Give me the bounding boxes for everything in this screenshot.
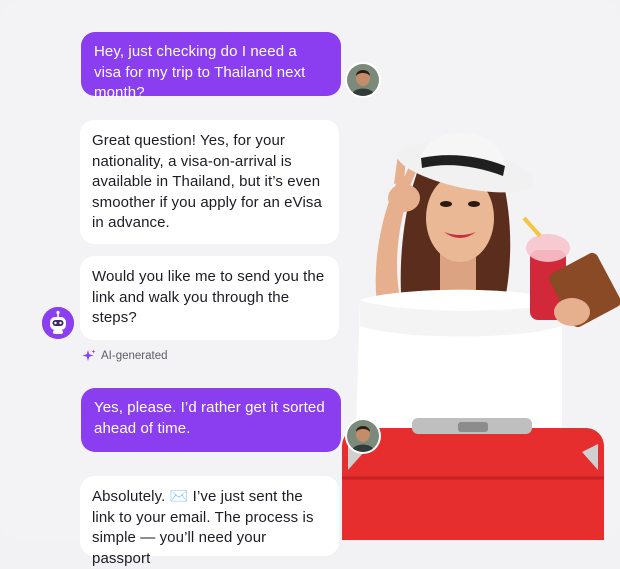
bot-message-bubble: Would you like me to send you the link a… (80, 256, 339, 340)
user-message-bubble: Yes, please. I’d rather get it sorted ah… (81, 388, 341, 452)
bot-message-text: Great question! Yes, for your nationalit… (92, 132, 322, 231)
bot-message-text: Would you like me to send you the link a… (92, 268, 325, 326)
bot-message-bubble: Absolutely. ✉️ I’ve just sent the link t… (80, 476, 339, 567)
sparkle-icon (82, 349, 96, 361)
user-avatar-icon (347, 64, 379, 96)
bot-message-bubble: Great question! Yes, for your nationalit… (80, 120, 339, 244)
robot-avatar-icon (42, 307, 74, 339)
ai-generated-label: AI-generated (101, 350, 168, 362)
user-message-text: Yes, please. I’d rather get it sorted ah… (94, 399, 325, 437)
bot-message-text: Absolutely. ✉️ I’ve just sent the link t… (92, 488, 314, 567)
bot-avatar (42, 307, 74, 339)
traveler-illustration (342, 132, 620, 540)
user-message-bubble: Hey, just checking do I need a visa for … (81, 32, 341, 101)
ai-generated-tag: AI-generated (82, 348, 168, 364)
user-avatar (347, 64, 379, 96)
user-avatar-icon (347, 420, 379, 452)
user-message-text: Hey, just checking do I need a visa for … (94, 43, 306, 101)
user-avatar (347, 420, 379, 452)
